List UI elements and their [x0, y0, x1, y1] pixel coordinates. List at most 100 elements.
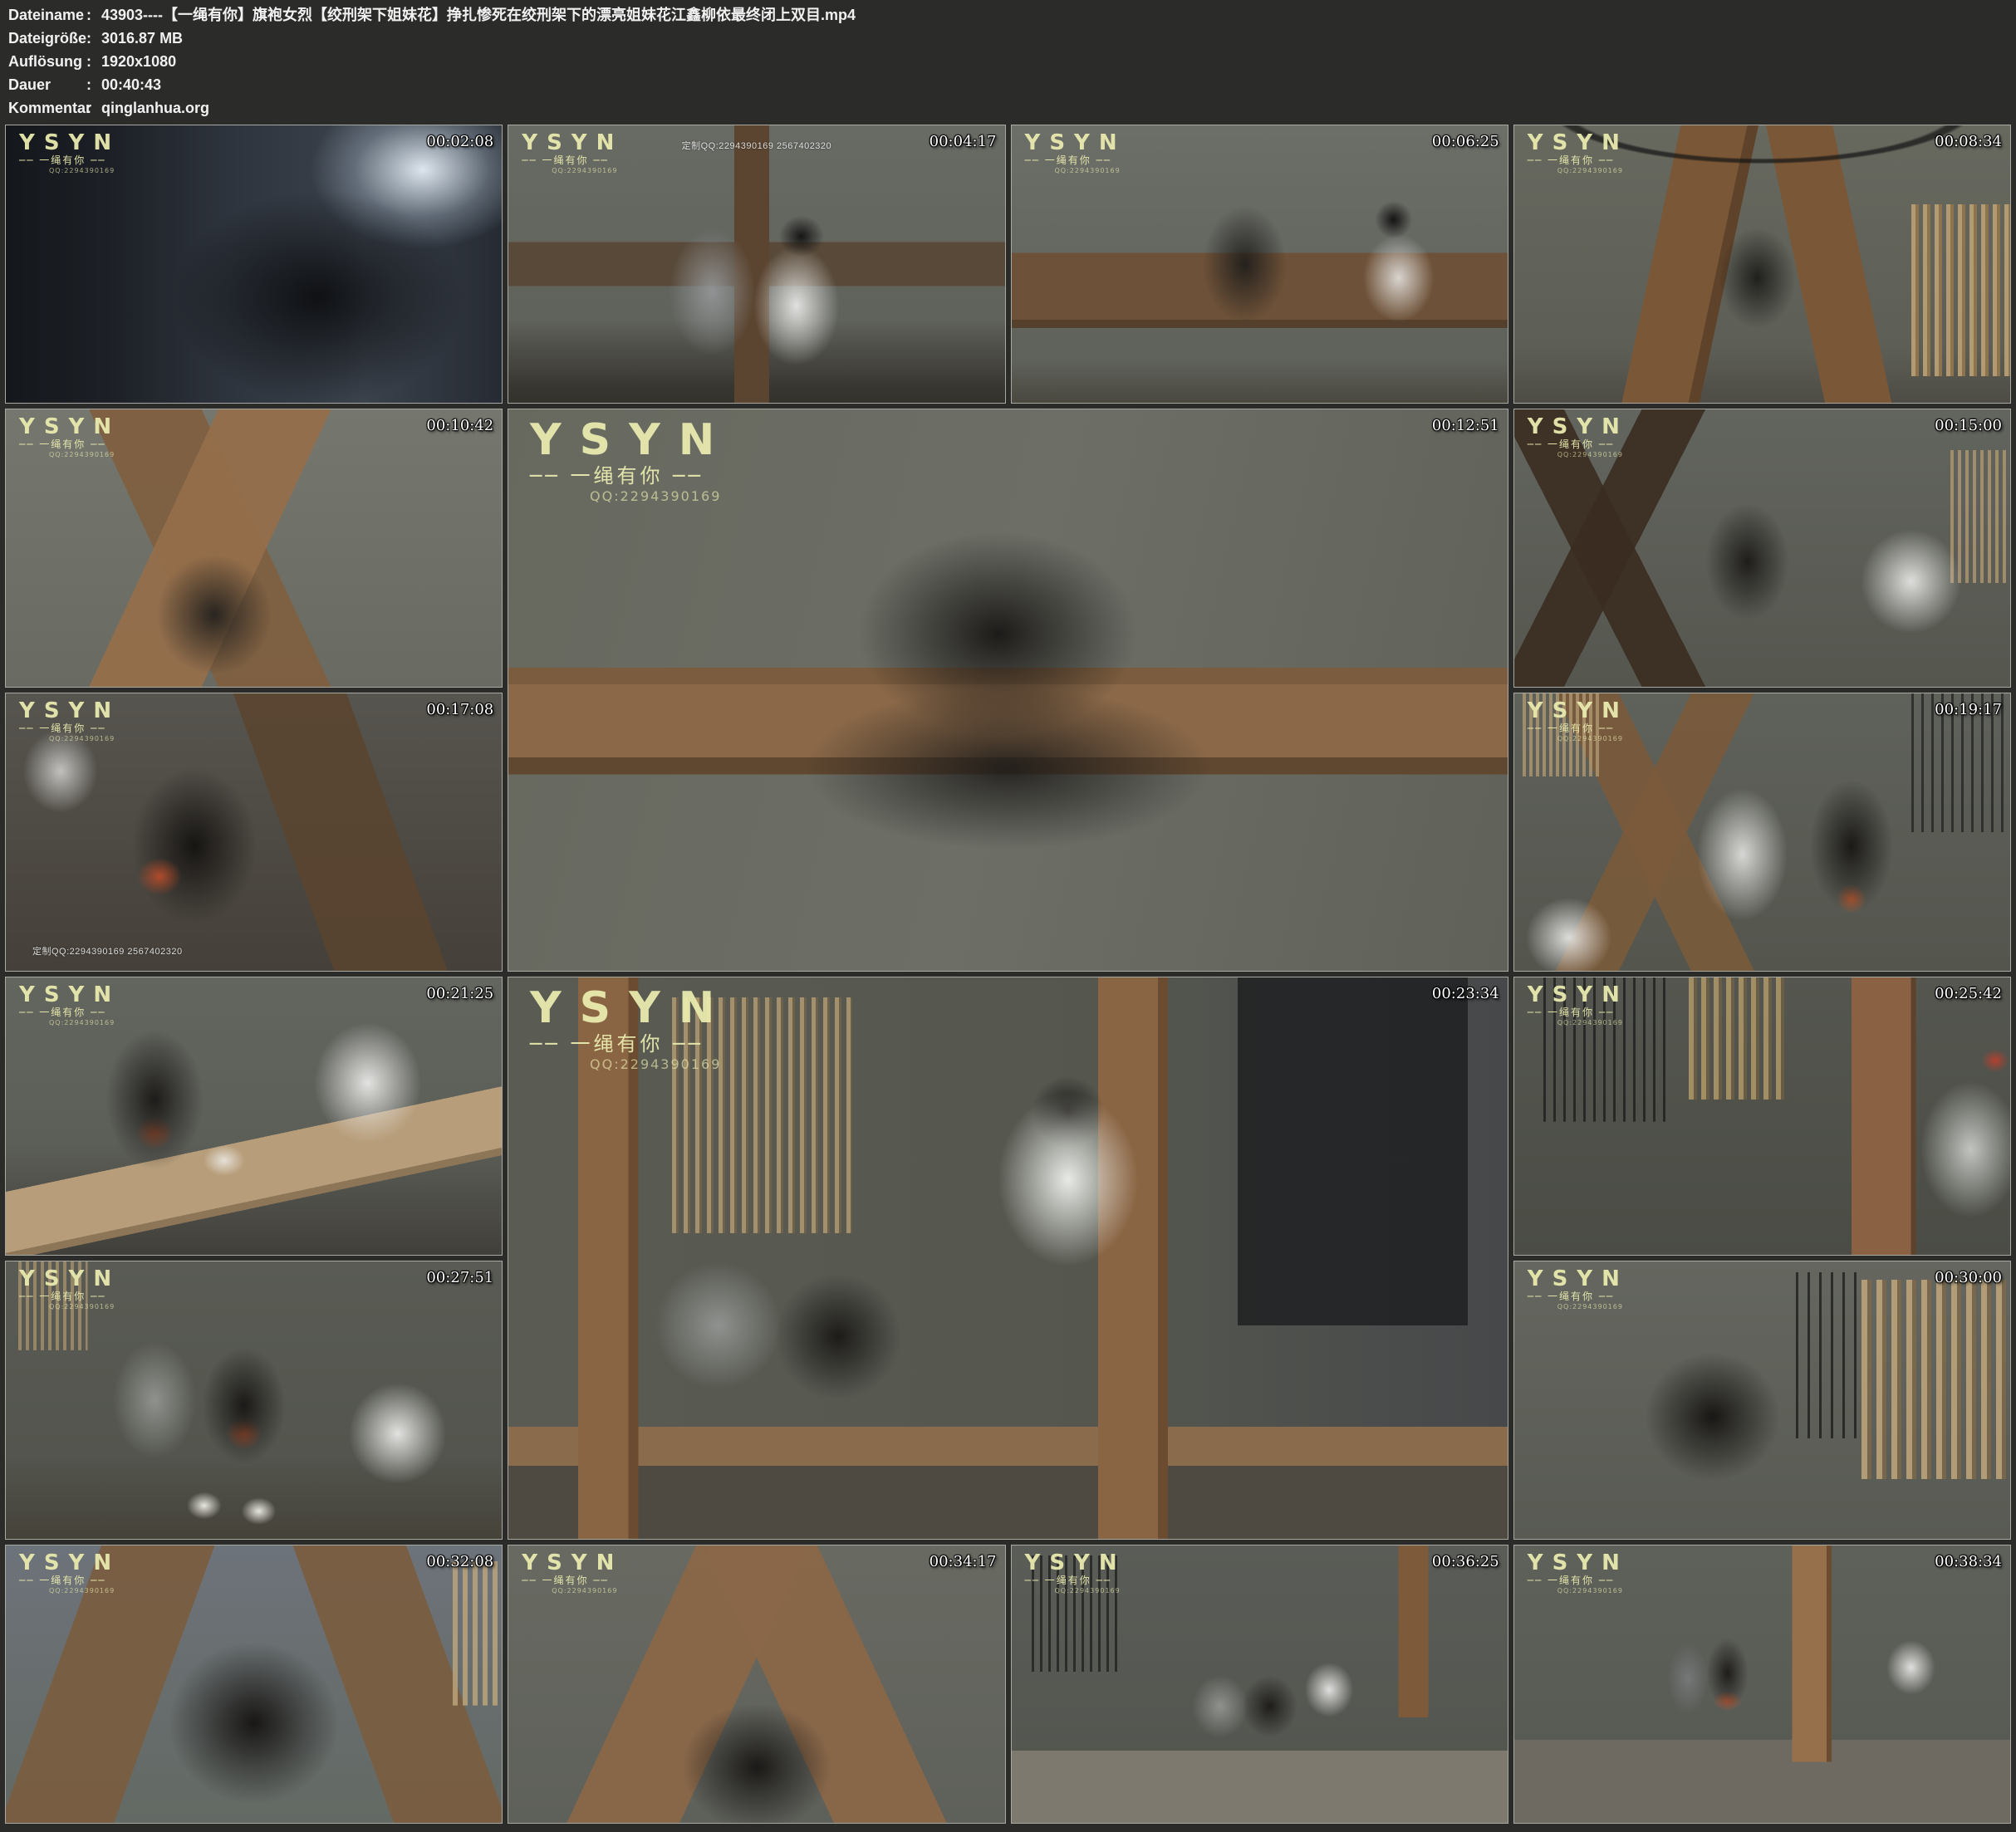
thumbnail-timestamp: 00:08:34	[1935, 133, 2002, 150]
video-thumbnail-t10: YSYN── 一绳有你 ──QQ:229439016900:21:25	[5, 977, 503, 1256]
video-thumbnail-t7: YSYN── 一绳有你 ──QQ:229439016900:15:00	[1513, 409, 2011, 688]
ysyn-logo-text: YSYN	[1528, 134, 1629, 152]
ysyn-logo-subtitle: ── 一绳有你 ──	[1528, 438, 1629, 450]
ysyn-logo-subtitle: ── 一绳有你 ──	[19, 1291, 120, 1302]
meta-separator: :	[86, 96, 101, 120]
ysyn-logo-subtitle: ── 一绳有你 ──	[19, 154, 120, 166]
thumbnail-timestamp: 00:23:34	[1432, 985, 1499, 1002]
meta-label-kommentar: Kommentar	[8, 96, 86, 120]
ysyn-logo-qq-line: QQ:2294390169	[1557, 1587, 1629, 1594]
meta-label-dateigroesse: Dateigröße	[8, 27, 86, 50]
file-name-value: 43903----【一绳有你】旗袍女烈【绞刑架下姐妹花】挣扎惨死在绞刑架下的漂亮…	[101, 3, 856, 27]
video-thumbnail-t8: YSYN── 一绳有你 ──QQ:229439016900:17:08定制QQ:…	[5, 693, 503, 972]
ysyn-logo-text: YSYN	[19, 134, 120, 152]
ysyn-watermark: YSYN── 一绳有你 ──QQ:2294390169	[19, 418, 120, 458]
ysyn-logo-text: YSYN	[1025, 1554, 1126, 1572]
ysyn-logo-subtitle: ── 一绳有你 ──	[522, 1575, 623, 1586]
ysyn-logo-subtitle: ── 一绳有你 ──	[1528, 723, 1629, 734]
meta-row-dateiname: Dateiname:43903----【一绳有你】旗袍女烈【绞刑架下姐妹花】挣扎…	[8, 3, 2016, 27]
thumbnail-timestamp: 00:25:42	[1935, 985, 2002, 1002]
meta-separator: :	[86, 73, 101, 96]
ysyn-logo-text: YSYN	[522, 134, 623, 152]
thumbnail-timestamp: 00:36:25	[1432, 1553, 1499, 1570]
video-thumbnail-t16: YSYN ── 一绳有你 ──QQ:2294390169 00:34:17	[508, 1545, 1005, 1824]
thumbnail-contact-sheet: YSYN── 一绳有你 ──QQ:229439016900:02:08YSYN─…	[5, 125, 2011, 1824]
ysyn-watermark: YSYN── 一绳有你 ──QQ:2294390169	[1025, 1554, 1126, 1594]
ysyn-logo-qq-line: QQ:2294390169	[552, 167, 623, 174]
meta-separator: :	[86, 3, 101, 27]
ysyn-logo-subtitle: ── 一绳有你 ──	[1528, 1291, 1629, 1302]
ysyn-watermark: YSYN ── 一绳有你 ──QQ:2294390169	[19, 134, 120, 174]
meta-row-aufloesung: Auflösung:1920x1080	[8, 50, 2016, 73]
meta-label-dauer: Dauer	[8, 73, 86, 96]
ysyn-logo-subtitle: ── 一绳有你 ──	[1025, 154, 1126, 166]
video-thumbnail-t17: YSYN── 一绳有你 ──QQ:2294390169 00:36:25	[1011, 1545, 1508, 1824]
thumbnail-timestamp: 00:17:08	[426, 701, 493, 718]
video-thumbnail-t18: YSYN ── 一绳有你 ──QQ:2294390169 00:38:34	[1513, 1545, 2011, 1824]
duration-value: 00:40:43	[101, 73, 161, 96]
ysyn-watermark: YSYN ── 一绳有你 ──QQ:2294390169	[19, 1270, 120, 1310]
video-thumbnail-t12: YSYN── 一绳有你 ──QQ:2294390169 00:25:42	[1513, 977, 2011, 1256]
ysyn-logo-text: YSYN	[522, 1554, 623, 1572]
ysyn-watermark: YSYN── 一绳有你 ──QQ:2294390169	[530, 423, 733, 504]
ysyn-logo-qq-line: QQ:2294390169	[1557, 1303, 1629, 1310]
ysyn-watermark: YSYN── 一绳有你 ──QQ:2294390169	[19, 986, 120, 1026]
ysyn-logo-qq-line: QQ:2294390169	[1055, 167, 1126, 174]
ysyn-logo-subtitle: ── 一绳有你 ──	[1528, 1575, 1629, 1586]
thumbnail-timestamp: 00:10:42	[426, 417, 493, 434]
ysyn-logo-qq-line: QQ:2294390169	[552, 1587, 623, 1594]
ysyn-logo-text: YSYN	[1528, 1554, 1629, 1572]
thumbnail-timestamp: 00:34:17	[930, 1553, 997, 1570]
ysyn-logo-qq-line: QQ:2294390169	[1557, 451, 1629, 458]
ysyn-logo-subtitle: ── 一绳有你 ──	[530, 464, 733, 487]
thumbnail-timestamp: 00:30:00	[1935, 1269, 2002, 1286]
thumbnail-timestamp: 00:32:08	[426, 1553, 493, 1570]
thumbnail-timestamp: 00:12:51	[1432, 417, 1499, 434]
ysyn-logo-text: YSYN	[19, 986, 120, 1004]
ysyn-logo-qq-line: QQ:2294390169	[1557, 735, 1629, 742]
ysyn-logo-text: YSYN	[19, 418, 120, 436]
ysyn-logo-qq-line: QQ:2294390169	[1557, 167, 1629, 174]
thumbnail-timestamp: 00:02:08	[426, 133, 493, 150]
video-thumbnail-t9: YSYN── 一绳有你 ──QQ:229439016900:19:17	[1513, 693, 2011, 972]
video-thumbnail-t5: YSYN── 一绳有你 ──QQ:2294390169 00:10:42	[5, 409, 503, 688]
ysyn-watermark: YSYN── 一绳有你 ──QQ:2294390169	[1528, 134, 1629, 174]
meta-row-kommentar: Kommentar:qinglanhua.org	[8, 96, 2016, 120]
ysyn-logo-text: YSYN	[1528, 418, 1629, 436]
video-thumbnail-t6: YSYN── 一绳有你 ──QQ:229439016900:12:51	[508, 409, 1508, 972]
ysyn-watermark: YSYN── 一绳有你 ──QQ:2294390169	[1528, 986, 1629, 1026]
ysyn-logo-qq-line: QQ:2294390169	[49, 451, 120, 458]
ysyn-watermark: YSYN ── 一绳有你 ──QQ:2294390169	[1025, 134, 1126, 174]
ysyn-logo-text: YSYN	[1025, 134, 1126, 152]
meta-label-dateiname: Dateiname	[8, 3, 86, 27]
video-thumbnail-t15: YSYN── 一绳有你 ──QQ:2294390169 00:32:08	[5, 1545, 503, 1824]
ysyn-logo-text: YSYN	[19, 1554, 120, 1572]
comment-value: qinglanhua.org	[101, 96, 209, 120]
ysyn-watermark: YSYN── 一绳有你 ──QQ:2294390169	[19, 1554, 120, 1594]
video-thumbnail-t4: YSYN── 一绳有你 ──QQ:2294390169 00:08:34	[1513, 125, 2011, 404]
ysyn-logo-text: YSYN	[19, 1270, 120, 1288]
video-thumbnail-t11: YSYN── 一绳有你 ──QQ:229439016900:23:34	[508, 977, 1508, 1540]
ysyn-logo-qq-line: QQ:2294390169	[49, 735, 120, 742]
ysyn-logo-text: YSYN	[530, 991, 733, 1027]
meta-separator: :	[86, 27, 101, 50]
ysyn-watermark: YSYN── 一绳有你 ──QQ:2294390169	[1528, 1270, 1629, 1310]
meta-label-aufloesung: Auflösung	[8, 50, 86, 73]
meta-row-dateigroesse: Dateigröße:3016.87 MB	[8, 27, 2016, 50]
ysyn-logo-text: YSYN	[530, 423, 733, 459]
thumbnail-timestamp: 00:19:17	[1935, 701, 2002, 718]
ysyn-logo-text: YSYN	[19, 702, 120, 720]
thumbnail-timestamp: 00:21:25	[426, 985, 493, 1002]
thumbnail-timestamp: 00:06:25	[1432, 133, 1499, 150]
ysyn-logo-qq-line: QQ:2294390169	[49, 167, 120, 174]
thumbnail-timestamp: 00:38:34	[1935, 1553, 2002, 1570]
video-thumbnail-t2: YSYN── 一绳有你 ──QQ:229439016900:04:17定制QQ:…	[508, 125, 1005, 404]
ysyn-logo-qq-line: QQ:2294390169	[49, 1303, 120, 1310]
video-thumbnail-t1: YSYN ── 一绳有你 ──QQ:2294390169 00:02:08	[5, 125, 503, 404]
file-size-value: 3016.87 MB	[101, 27, 183, 50]
video-thumbnail-t3: YSYN ── 一绳有你 ──QQ:2294390169 00:06:25	[1011, 125, 1508, 404]
ysyn-logo-subtitle: ── 一绳有你 ──	[19, 1007, 120, 1018]
ysyn-logo-qq-line: QQ:2294390169	[49, 1587, 120, 1594]
ysyn-logo-subtitle: ── 一绳有你 ──	[19, 723, 120, 734]
custom-qq-watermark: 定制QQ:2294390169 2567402320	[682, 139, 832, 152]
